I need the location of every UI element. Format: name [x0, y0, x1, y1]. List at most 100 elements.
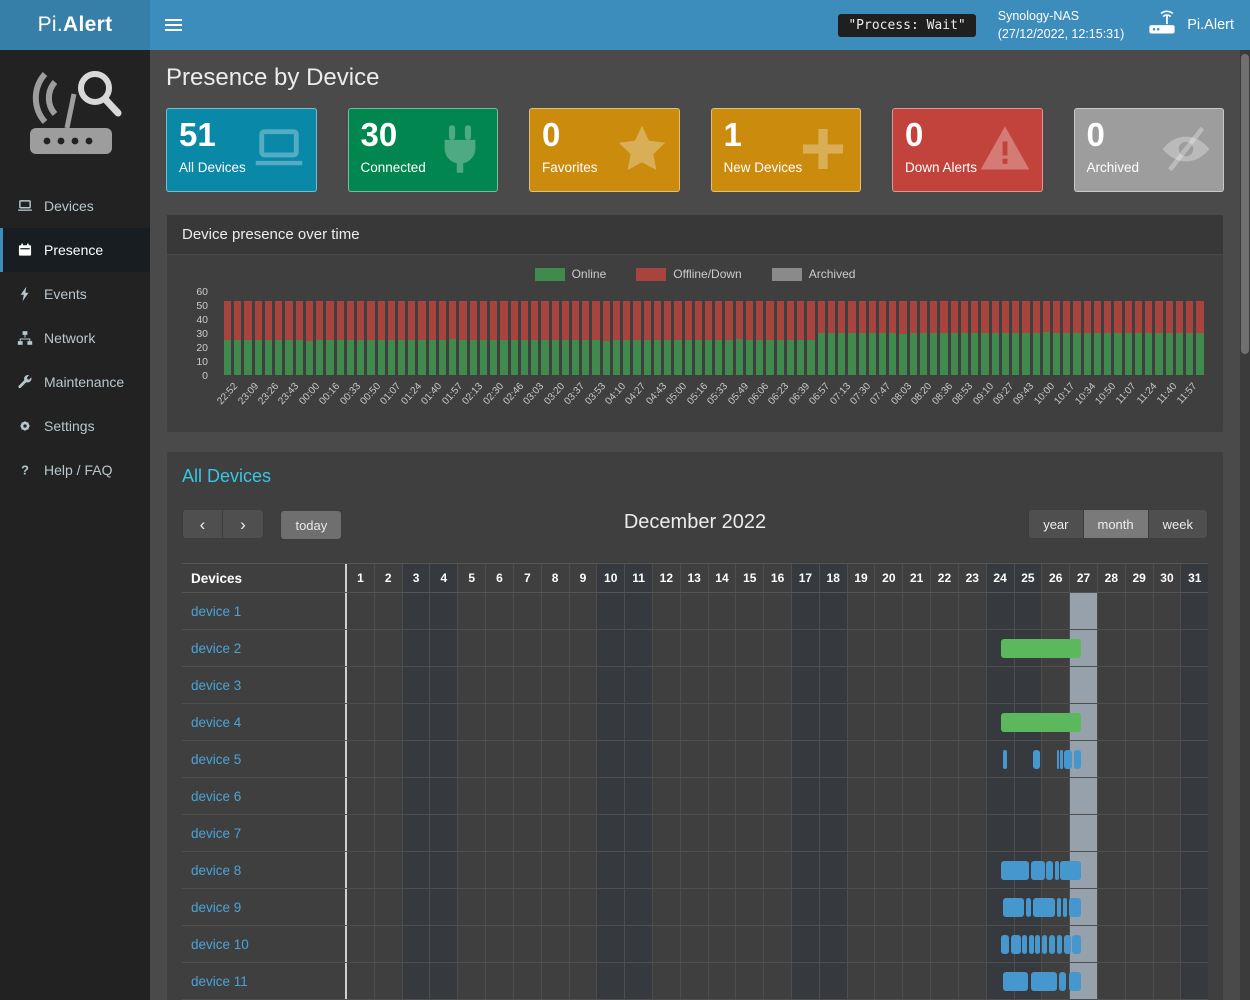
presence-event-session[interactable] [1055, 861, 1059, 880]
device-link[interactable]: device 9 [191, 900, 241, 915]
today-button[interactable]: today [280, 510, 342, 540]
chart-bar[interactable] [296, 301, 303, 375]
chart-bar[interactable] [347, 301, 354, 375]
chart-bar[interactable] [1043, 301, 1050, 375]
device-link[interactable]: device 6 [191, 789, 241, 804]
summary-card-archived[interactable]: 0Archived [1074, 108, 1225, 192]
sidebar-item-devices[interactable]: Devices [0, 184, 150, 228]
presence-event-session[interactable] [1064, 750, 1072, 769]
presence-event-session[interactable] [1060, 750, 1062, 769]
chart-bar[interactable] [920, 301, 927, 375]
device-link[interactable]: device 8 [191, 863, 241, 878]
chart-bar[interactable] [899, 301, 906, 375]
presence-event-session[interactable] [1057, 750, 1059, 769]
sidebar-item-network[interactable]: Network [0, 316, 150, 360]
app-logo[interactable]: Pi.Alert [0, 0, 150, 50]
chart-bar[interactable] [777, 301, 784, 375]
chart-bar[interactable] [398, 301, 405, 375]
device-link[interactable]: device 11 [191, 974, 248, 989]
chart-bar[interactable] [848, 301, 855, 375]
chart-bar[interactable] [275, 301, 282, 375]
chart-bar[interactable] [736, 301, 743, 375]
chart-bar[interactable] [511, 301, 518, 375]
hamburger-menu-icon[interactable] [150, 0, 196, 50]
presence-event-session[interactable] [1001, 861, 1029, 880]
presence-event-session[interactable] [1003, 750, 1007, 769]
chart-bar[interactable] [715, 301, 722, 375]
chart-bar[interactable] [705, 301, 712, 375]
chart-bar[interactable] [1145, 301, 1152, 375]
presence-event-online[interactable] [1001, 639, 1081, 658]
chart-bar[interactable] [234, 301, 241, 375]
device-link[interactable]: device 7 [191, 826, 241, 841]
chart-bar[interactable] [337, 301, 344, 375]
chart-bar[interactable] [572, 301, 579, 375]
chart-bar[interactable] [1063, 301, 1070, 375]
view-year-button[interactable]: year [1028, 509, 1083, 539]
presence-event-session[interactable] [1063, 898, 1067, 917]
chart-bar[interactable] [992, 301, 999, 375]
sidebar-item-presence[interactable]: Presence [0, 228, 150, 272]
presence-event-session[interactable] [1031, 972, 1057, 991]
presence-event-session[interactable] [1074, 750, 1081, 769]
presence-event-session[interactable] [1022, 935, 1026, 954]
chart-bar[interactable] [255, 301, 262, 375]
chart-bar[interactable] [746, 301, 753, 375]
chart-bar[interactable] [244, 301, 251, 375]
chart-bar[interactable] [869, 301, 876, 375]
presence-event-session[interactable] [1069, 972, 1081, 991]
chart-bar[interactable] [408, 301, 415, 375]
chart-bar[interactable] [285, 301, 292, 375]
next-button[interactable]: › [223, 509, 264, 539]
chart-bar[interactable] [480, 301, 487, 375]
chart-bar[interactable] [326, 301, 333, 375]
chart-bar[interactable] [490, 301, 497, 375]
chart-bar[interactable] [951, 301, 958, 375]
summary-card-all-devices[interactable]: 51All Devices [166, 108, 317, 192]
chart-bar[interactable] [879, 301, 886, 375]
chart-bar[interactable] [756, 301, 763, 375]
chart-bar[interactable] [807, 301, 814, 375]
chart-bar[interactable] [961, 301, 968, 375]
chart-bar[interactable] [818, 301, 825, 375]
chart-bar[interactable] [859, 301, 866, 375]
chart-bar[interactable] [1002, 301, 1009, 375]
chart-bar[interactable] [725, 301, 732, 375]
chart-bar[interactable] [1125, 301, 1132, 375]
presence-event-session[interactable] [1003, 898, 1024, 917]
chart-bar[interactable] [1094, 301, 1101, 375]
presence-event-session[interactable] [1029, 935, 1034, 954]
presence-event-session[interactable] [1059, 972, 1067, 991]
chart-bar[interactable] [1012, 301, 1019, 375]
chart-bar[interactable] [1033, 301, 1040, 375]
chart-bar[interactable] [633, 301, 640, 375]
sidebar-item-help-faq[interactable]: ?Help / FAQ [0, 448, 150, 492]
chart-bar[interactable] [1166, 301, 1173, 375]
summary-card-favorites[interactable]: 0Favorites [529, 108, 680, 192]
chart-bar[interactable] [388, 301, 395, 375]
presence-event-session[interactable] [1069, 898, 1081, 917]
chart-bar[interactable] [1073, 301, 1080, 375]
chart-bar[interactable] [1186, 301, 1193, 375]
presence-event-session[interactable] [1072, 935, 1080, 954]
presence-event-session[interactable] [1057, 898, 1062, 917]
chart-bar[interactable] [552, 301, 559, 375]
chart-bar[interactable] [1022, 301, 1029, 375]
chart-bar[interactable] [224, 301, 231, 375]
chart-bar[interactable] [470, 301, 477, 375]
presence-event-session[interactable] [1042, 935, 1048, 954]
scrollbar-thumb[interactable] [1241, 54, 1249, 354]
chart-bar[interactable] [930, 301, 937, 375]
presence-event-session[interactable] [1031, 861, 1045, 880]
device-link[interactable]: device 5 [191, 752, 241, 767]
chart-bar[interactable] [695, 301, 702, 375]
chart-bar[interactable] [582, 301, 589, 375]
chart-bar[interactable] [1155, 301, 1162, 375]
chart-bar[interactable] [787, 301, 794, 375]
sidebar-item-settings[interactable]: Settings [0, 404, 150, 448]
chart-bar[interactable] [603, 301, 610, 375]
summary-card-down-alerts[interactable]: 0Down Alerts [892, 108, 1043, 192]
device-link[interactable]: device 2 [191, 641, 241, 656]
chart-bar[interactable] [541, 301, 548, 375]
presence-event-online[interactable] [1001, 713, 1081, 732]
